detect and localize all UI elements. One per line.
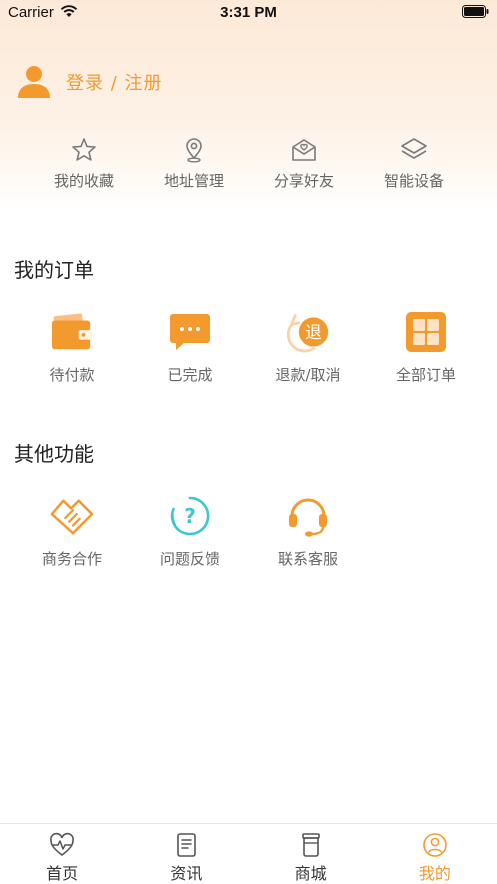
document-icon — [177, 833, 197, 857]
tab-home[interactable]: 首页 — [0, 824, 124, 884]
tab-mall[interactable]: 商城 — [249, 824, 373, 884]
customer-service[interactable]: 联系客服 — [249, 494, 367, 569]
order-item-label: 已完成 — [167, 366, 213, 384]
status-bar: Carrier 3:31 PM — [0, 0, 497, 26]
question-icon: ? — [170, 496, 210, 536]
feedback[interactable]: ? 问题反馈 — [131, 494, 249, 569]
quick-link-smart-devices[interactable]: 智能设备 — [359, 136, 469, 191]
order-item-label: 退款/取消 — [275, 366, 341, 384]
tab-label: 首页 — [46, 864, 79, 883]
login-register-link[interactable]: 登录 / 注册 — [66, 69, 163, 95]
orders-section-title: 我的订单 — [14, 258, 94, 282]
order-completed[interactable]: 已完成 — [131, 310, 249, 385]
quick-link-label: 我的收藏 — [53, 172, 114, 190]
star-icon — [72, 138, 96, 161]
other-functions-grid: 商务合作 ? 问题反馈 联系客服 — [13, 494, 485, 569]
order-item-label: 待付款 — [49, 366, 95, 384]
order-refund-cancel[interactable]: 退 退款/取消 — [249, 310, 367, 385]
quick-link-label: 智能设备 — [383, 172, 444, 190]
battery-icon — [462, 5, 489, 18]
quick-link-label: 地址管理 — [163, 172, 224, 190]
location-pin-icon — [186, 138, 202, 163]
quick-link-label: 分享好友 — [273, 172, 334, 190]
other-item-label: 联系客服 — [277, 550, 338, 568]
share-envelope-heart-icon — [292, 139, 316, 161]
login-register-row[interactable]: 登录 / 注册 — [16, 64, 163, 100]
refund-icon: 退 — [286, 314, 329, 353]
quick-links: 我的收藏 地址管理 分享好友 智能设备 — [29, 136, 469, 191]
tab-mine[interactable]: 我的 — [373, 824, 497, 884]
handshake-icon — [50, 499, 94, 535]
other-item-label: 问题反馈 — [159, 550, 220, 568]
refund-glyph: 退 — [305, 323, 322, 342]
quick-link-address[interactable]: 地址管理 — [139, 136, 249, 191]
tab-label: 我的 — [418, 864, 451, 883]
tab-label: 资讯 — [170, 864, 203, 883]
jar-icon — [301, 833, 320, 857]
order-item-label: 全部订单 — [395, 366, 456, 384]
quick-link-favorites[interactable]: 我的收藏 — [29, 136, 139, 191]
tab-bar: 首页 资讯 商城 我的 — [0, 823, 497, 884]
orders-grid: 待付款 已完成 退 退款/取消 全部订单 — [13, 310, 485, 385]
order-pending-payment[interactable]: 待付款 — [13, 310, 131, 385]
headset-icon — [289, 498, 327, 537]
status-time: 3:31 PM — [220, 4, 277, 21]
heart-pulse-icon — [50, 832, 75, 857]
quick-link-share[interactable]: 分享好友 — [249, 136, 359, 191]
order-all[interactable]: 全部订单 — [367, 310, 485, 385]
all-orders-grid-icon — [406, 312, 446, 352]
user-avatar-icon — [18, 66, 50, 98]
other-item-label: 商务合作 — [41, 550, 102, 568]
question-glyph: ? — [184, 504, 196, 528]
layers-icon — [401, 138, 427, 159]
wallet-icon — [51, 313, 93, 350]
business-cooperation[interactable]: 商务合作 — [13, 494, 131, 569]
tab-news[interactable]: 资讯 — [124, 824, 248, 884]
tab-label: 商城 — [294, 864, 327, 883]
chat-bubble-icon — [170, 314, 210, 350]
profile-circle-icon — [423, 833, 447, 857]
other-section-title: 其他功能 — [14, 442, 94, 466]
